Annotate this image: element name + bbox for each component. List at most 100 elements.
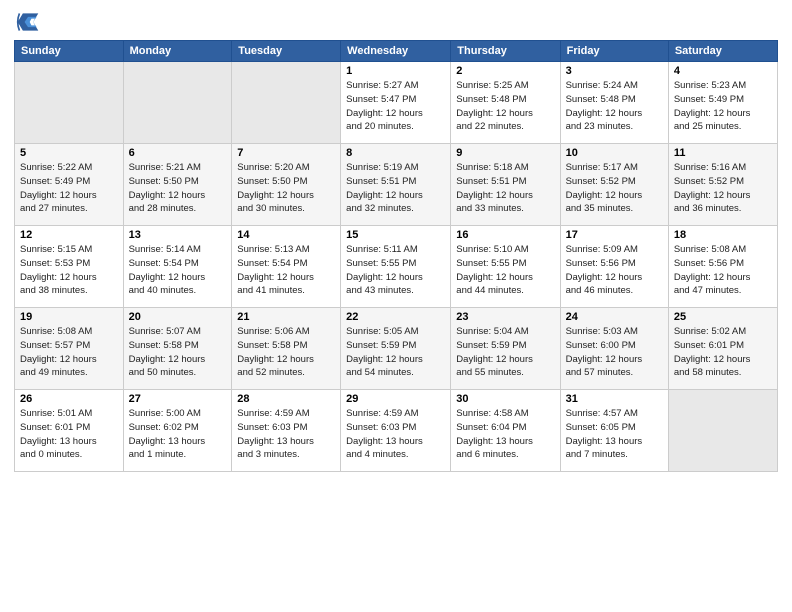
day-info: Sunrise: 5:07 AM Sunset: 5:58 PM Dayligh… xyxy=(129,325,227,380)
day-number: 19 xyxy=(20,311,118,323)
day-number: 21 xyxy=(237,311,335,323)
day-number: 13 xyxy=(129,229,227,241)
weekday-header-friday: Friday xyxy=(560,41,668,62)
weekday-header-saturday: Saturday xyxy=(668,41,777,62)
page-header xyxy=(14,10,778,34)
calendar-cell: 13 Sunrise: 5:14 AM Sunset: 5:54 PM Dayli… xyxy=(123,226,232,308)
day-number: 17 xyxy=(566,229,663,241)
calendar-cell: 24 Sunrise: 5:03 AM Sunset: 6:00 PM Dayli… xyxy=(560,308,668,390)
day-info: Sunrise: 5:18 AM Sunset: 5:51 PM Dayligh… xyxy=(456,161,554,216)
day-number: 9 xyxy=(456,147,554,159)
day-info: Sunrise: 5:02 AM Sunset: 6:01 PM Dayligh… xyxy=(674,325,772,380)
day-number: 11 xyxy=(674,147,772,159)
day-number: 22 xyxy=(346,311,445,323)
day-number: 26 xyxy=(20,393,118,405)
day-info: Sunrise: 5:04 AM Sunset: 5:59 PM Dayligh… xyxy=(456,325,554,380)
day-info: Sunrise: 5:27 AM Sunset: 5:47 PM Dayligh… xyxy=(346,79,445,134)
day-number: 3 xyxy=(566,65,663,77)
day-number: 4 xyxy=(674,65,772,77)
calendar-cell: 20 Sunrise: 5:07 AM Sunset: 5:58 PM Dayli… xyxy=(123,308,232,390)
calendar-cell: 4Sunrise: 5:23 AM Sunset: 5:49 PM Daylig… xyxy=(668,62,777,144)
day-info: Sunrise: 5:05 AM Sunset: 5:59 PM Dayligh… xyxy=(346,325,445,380)
day-info: Sunrise: 5:17 AM Sunset: 5:52 PM Dayligh… xyxy=(566,161,663,216)
day-info: Sunrise: 5:06 AM Sunset: 5:58 PM Dayligh… xyxy=(237,325,335,380)
calendar-cell: 11 Sunrise: 5:16 AM Sunset: 5:52 PM Dayli… xyxy=(668,144,777,226)
day-number: 12 xyxy=(20,229,118,241)
day-info: Sunrise: 4:59 AM Sunset: 6:03 PM Dayligh… xyxy=(346,407,445,462)
day-number: 5 xyxy=(20,147,118,159)
calendar-cell: 6 Sunrise: 5:21 AM Sunset: 5:50 PM Daylig… xyxy=(123,144,232,226)
day-info: Sunrise: 4:58 AM Sunset: 6:04 PM Dayligh… xyxy=(456,407,554,462)
calendar-cell: 10 Sunrise: 5:17 AM Sunset: 5:52 PM Dayli… xyxy=(560,144,668,226)
day-number: 30 xyxy=(456,393,554,405)
calendar-cell xyxy=(15,62,124,144)
day-info: Sunrise: 5:08 AM Sunset: 5:57 PM Dayligh… xyxy=(20,325,118,380)
calendar-cell: 29 Sunrise: 4:59 AM Sunset: 6:03 PM Dayli… xyxy=(341,390,451,472)
day-info: Sunrise: 5:24 AM Sunset: 5:48 PM Dayligh… xyxy=(566,79,663,134)
calendar-cell: 9 Sunrise: 5:18 AM Sunset: 5:51 PM Daylig… xyxy=(451,144,560,226)
calendar-week-row: 12Sunrise: 5:15 AM Sunset: 5:53 PM Dayli… xyxy=(15,226,778,308)
calendar-cell: 26 Sunrise: 5:01 AM Sunset: 6:01 PM Dayli… xyxy=(15,390,124,472)
calendar-cell: 5Sunrise: 5:22 AM Sunset: 5:49 PM Daylig… xyxy=(15,144,124,226)
calendar-cell xyxy=(232,62,341,144)
calendar-cell: 21 Sunrise: 5:06 AM Sunset: 5:58 PM Dayli… xyxy=(232,308,341,390)
calendar-cell: 23 Sunrise: 5:04 AM Sunset: 5:59 PM Dayli… xyxy=(451,308,560,390)
day-info: Sunrise: 5:11 AM Sunset: 5:55 PM Dayligh… xyxy=(346,243,445,298)
calendar-cell: 14Sunrise: 5:13 AM Sunset: 5:54 PM Dayli… xyxy=(232,226,341,308)
day-number: 24 xyxy=(566,311,663,323)
day-number: 23 xyxy=(456,311,554,323)
calendar-cell: 22 Sunrise: 5:05 AM Sunset: 5:59 PM Dayli… xyxy=(341,308,451,390)
weekday-header-thursday: Thursday xyxy=(451,41,560,62)
calendar-cell: 27 Sunrise: 5:00 AM Sunset: 6:02 PM Dayli… xyxy=(123,390,232,472)
day-info: Sunrise: 5:16 AM Sunset: 5:52 PM Dayligh… xyxy=(674,161,772,216)
calendar-cell xyxy=(668,390,777,472)
calendar-cell: 28 Sunrise: 4:59 AM Sunset: 6:03 PM Dayli… xyxy=(232,390,341,472)
day-number: 29 xyxy=(346,393,445,405)
day-info: Sunrise: 4:57 AM Sunset: 6:05 PM Dayligh… xyxy=(566,407,663,462)
day-number: 20 xyxy=(129,311,227,323)
day-number: 2 xyxy=(456,65,554,77)
day-info: Sunrise: 4:59 AM Sunset: 6:03 PM Dayligh… xyxy=(237,407,335,462)
calendar-cell: 31 Sunrise: 4:57 AM Sunset: 6:05 PM Dayli… xyxy=(560,390,668,472)
calendar-cell: 12Sunrise: 5:15 AM Sunset: 5:53 PM Dayli… xyxy=(15,226,124,308)
weekday-header-monday: Monday xyxy=(123,41,232,62)
day-number: 15 xyxy=(346,229,445,241)
day-number: 28 xyxy=(237,393,335,405)
day-number: 31 xyxy=(566,393,663,405)
calendar-cell: 8 Sunrise: 5:19 AM Sunset: 5:51 PM Daylig… xyxy=(341,144,451,226)
calendar-week-row: 26 Sunrise: 5:01 AM Sunset: 6:01 PM Dayli… xyxy=(15,390,778,472)
calendar-table: SundayMondayTuesdayWednesdayThursdayFrid… xyxy=(14,40,778,472)
weekday-header-row: SundayMondayTuesdayWednesdayThursdayFrid… xyxy=(15,41,778,62)
calendar-cell: 18Sunrise: 5:08 AM Sunset: 5:56 PM Dayli… xyxy=(668,226,777,308)
calendar-cell: 2Sunrise: 5:25 AM Sunset: 5:48 PM Daylig… xyxy=(451,62,560,144)
weekday-header-wednesday: Wednesday xyxy=(341,41,451,62)
day-number: 18 xyxy=(674,229,772,241)
calendar-cell: 15 Sunrise: 5:11 AM Sunset: 5:55 PM Dayli… xyxy=(341,226,451,308)
day-info: Sunrise: 5:14 AM Sunset: 5:54 PM Dayligh… xyxy=(129,243,227,298)
calendar-cell: 16Sunrise: 5:10 AM Sunset: 5:55 PM Dayli… xyxy=(451,226,560,308)
day-number: 6 xyxy=(129,147,227,159)
calendar-cell: 1Sunrise: 5:27 AM Sunset: 5:47 PM Daylig… xyxy=(341,62,451,144)
calendar-cell: 30 Sunrise: 4:58 AM Sunset: 6:04 PM Dayli… xyxy=(451,390,560,472)
day-info: Sunrise: 5:01 AM Sunset: 6:01 PM Dayligh… xyxy=(20,407,118,462)
day-number: 8 xyxy=(346,147,445,159)
calendar-cell: 19 Sunrise: 5:08 AM Sunset: 5:57 PM Dayli… xyxy=(15,308,124,390)
calendar-week-row: 5Sunrise: 5:22 AM Sunset: 5:49 PM Daylig… xyxy=(15,144,778,226)
calendar-cell: 3 Sunrise: 5:24 AM Sunset: 5:48 PM Daylig… xyxy=(560,62,668,144)
day-info: Sunrise: 5:03 AM Sunset: 6:00 PM Dayligh… xyxy=(566,325,663,380)
day-info: Sunrise: 5:21 AM Sunset: 5:50 PM Dayligh… xyxy=(129,161,227,216)
logo-icon xyxy=(14,10,42,34)
calendar-cell xyxy=(123,62,232,144)
day-number: 10 xyxy=(566,147,663,159)
day-info: Sunrise: 5:20 AM Sunset: 5:50 PM Dayligh… xyxy=(237,161,335,216)
weekday-header-sunday: Sunday xyxy=(15,41,124,62)
calendar-week-row: 19 Sunrise: 5:08 AM Sunset: 5:57 PM Dayli… xyxy=(15,308,778,390)
day-info: Sunrise: 5:00 AM Sunset: 6:02 PM Dayligh… xyxy=(129,407,227,462)
day-number: 14 xyxy=(237,229,335,241)
day-info: Sunrise: 5:19 AM Sunset: 5:51 PM Dayligh… xyxy=(346,161,445,216)
day-number: 27 xyxy=(129,393,227,405)
day-info: Sunrise: 5:10 AM Sunset: 5:55 PM Dayligh… xyxy=(456,243,554,298)
logo xyxy=(14,10,46,34)
day-number: 25 xyxy=(674,311,772,323)
day-number: 7 xyxy=(237,147,335,159)
